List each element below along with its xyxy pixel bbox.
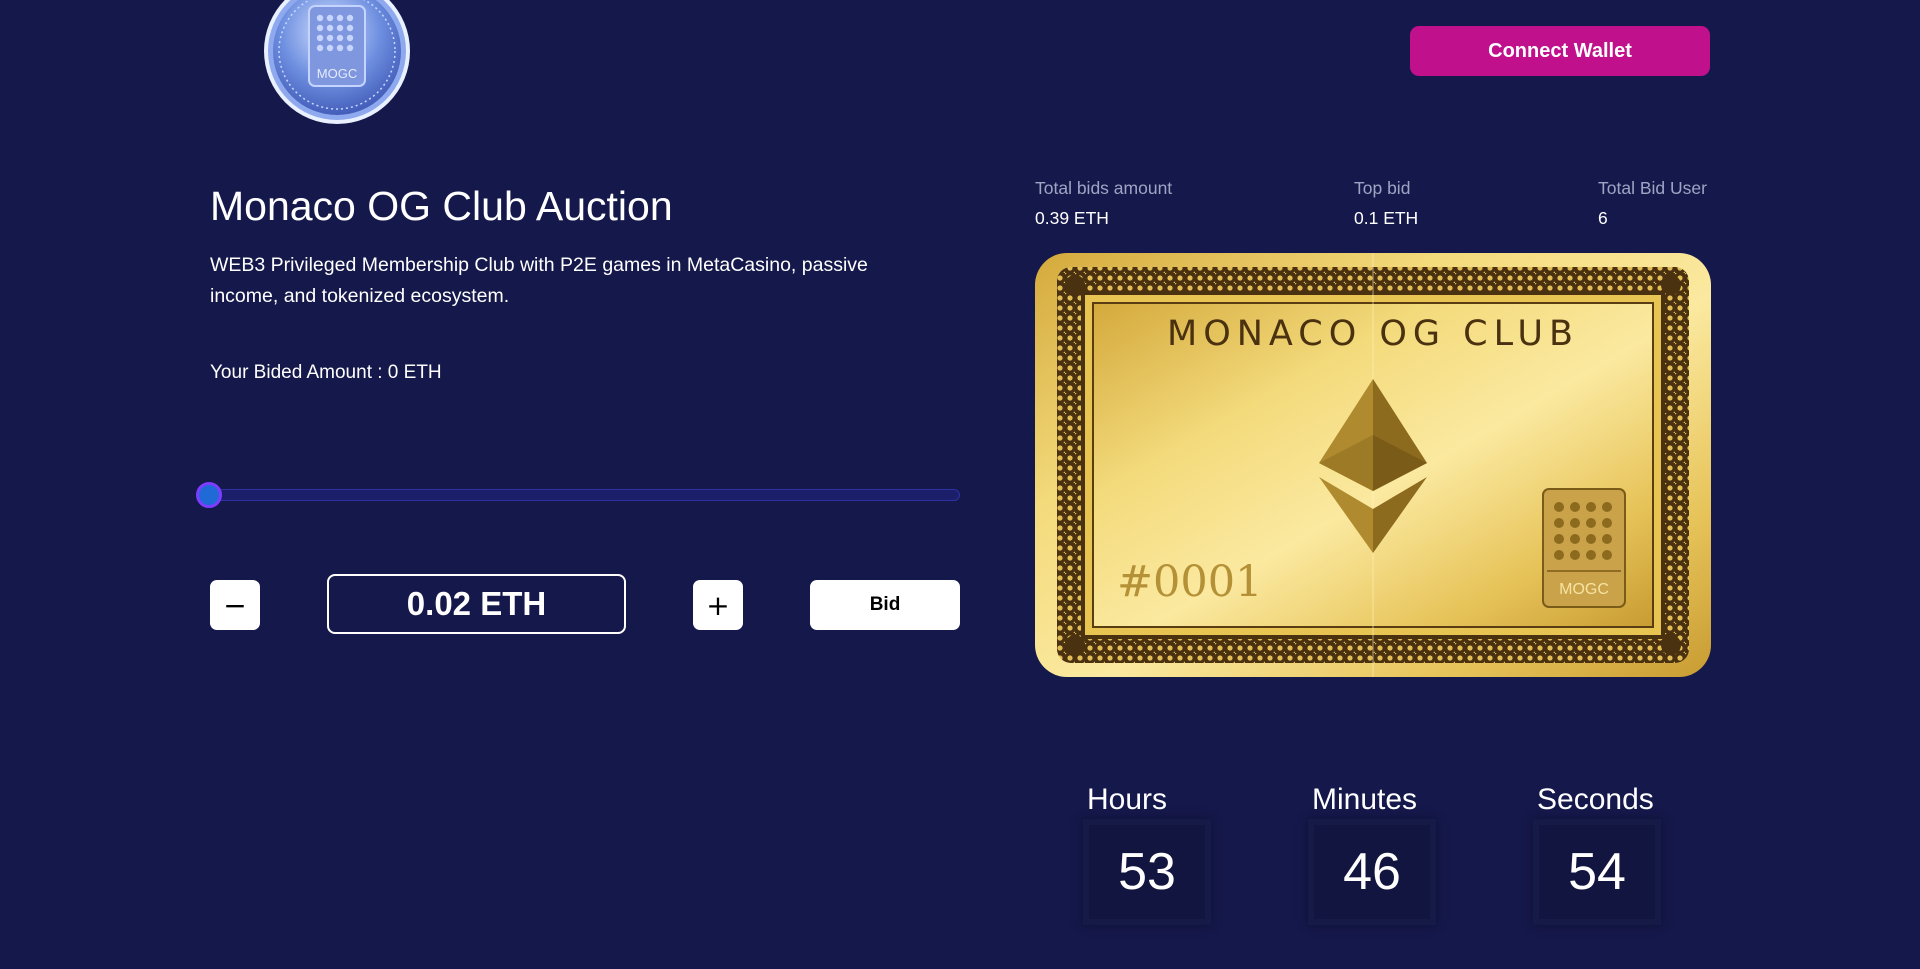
stat-total-bids: Total bids amount 0.39 ETH [1035,178,1172,229]
stat-value: 0.1 ETH [1354,208,1419,228]
countdown-hours-label: Hours [1087,783,1168,816]
stat-total-users: Total Bid User 6 [1598,178,1707,229]
card-number: #0001 [1117,557,1262,607]
mogc-logo[interactable]: MOGC [262,0,412,124]
badge-text: MOGC [1559,581,1609,598]
stat-label: Total bids amount [1035,178,1173,198]
bid-slider-track[interactable] [210,489,960,501]
connect-wallet-button[interactable]: Connect Wallet [1410,26,1710,76]
logo-text: MOGC [317,66,357,81]
stat-top-bid: Top bid 0.1 ETH [1354,178,1418,229]
mogc-badge-icon: MOGC [1542,488,1626,608]
bid-button[interactable]: Bid [810,580,960,630]
auction-page: MOGC Connect Wallet Monaco OG Club Aucti… [0,0,1920,969]
bid-amount-input[interactable] [327,574,626,634]
countdown-minutes-label: Minutes [1312,783,1418,816]
countdown-hours-value: 53 [1089,825,1205,919]
countdown-minutes-value: 46 [1314,825,1430,919]
countdown-seconds-label: Seconds [1537,783,1654,816]
decrease-amount-button[interactable]: − [210,580,260,630]
auction-description: WEB3 Privileged Membership Club with P2E… [210,254,868,307]
countdown-seconds-value: 54 [1539,825,1655,919]
membership-card-image: MONACO OG CLUB #0001 MOGC [1035,253,1711,677]
page-title: Monaco OG Club Auction [210,183,673,229]
increase-amount-button[interactable]: + [693,580,743,630]
stat-label: Top bid [1354,178,1411,198]
stat-value: 6 [1598,208,1608,228]
stat-label: Total Bid User [1598,178,1707,198]
card-title: MONACO OG CLUB [1167,314,1579,354]
bid-slider-thumb[interactable] [196,482,222,508]
stat-value: 0.39 ETH [1035,208,1109,228]
your-bided-amount: Your Bided Amount : 0 ETH [210,362,442,383]
